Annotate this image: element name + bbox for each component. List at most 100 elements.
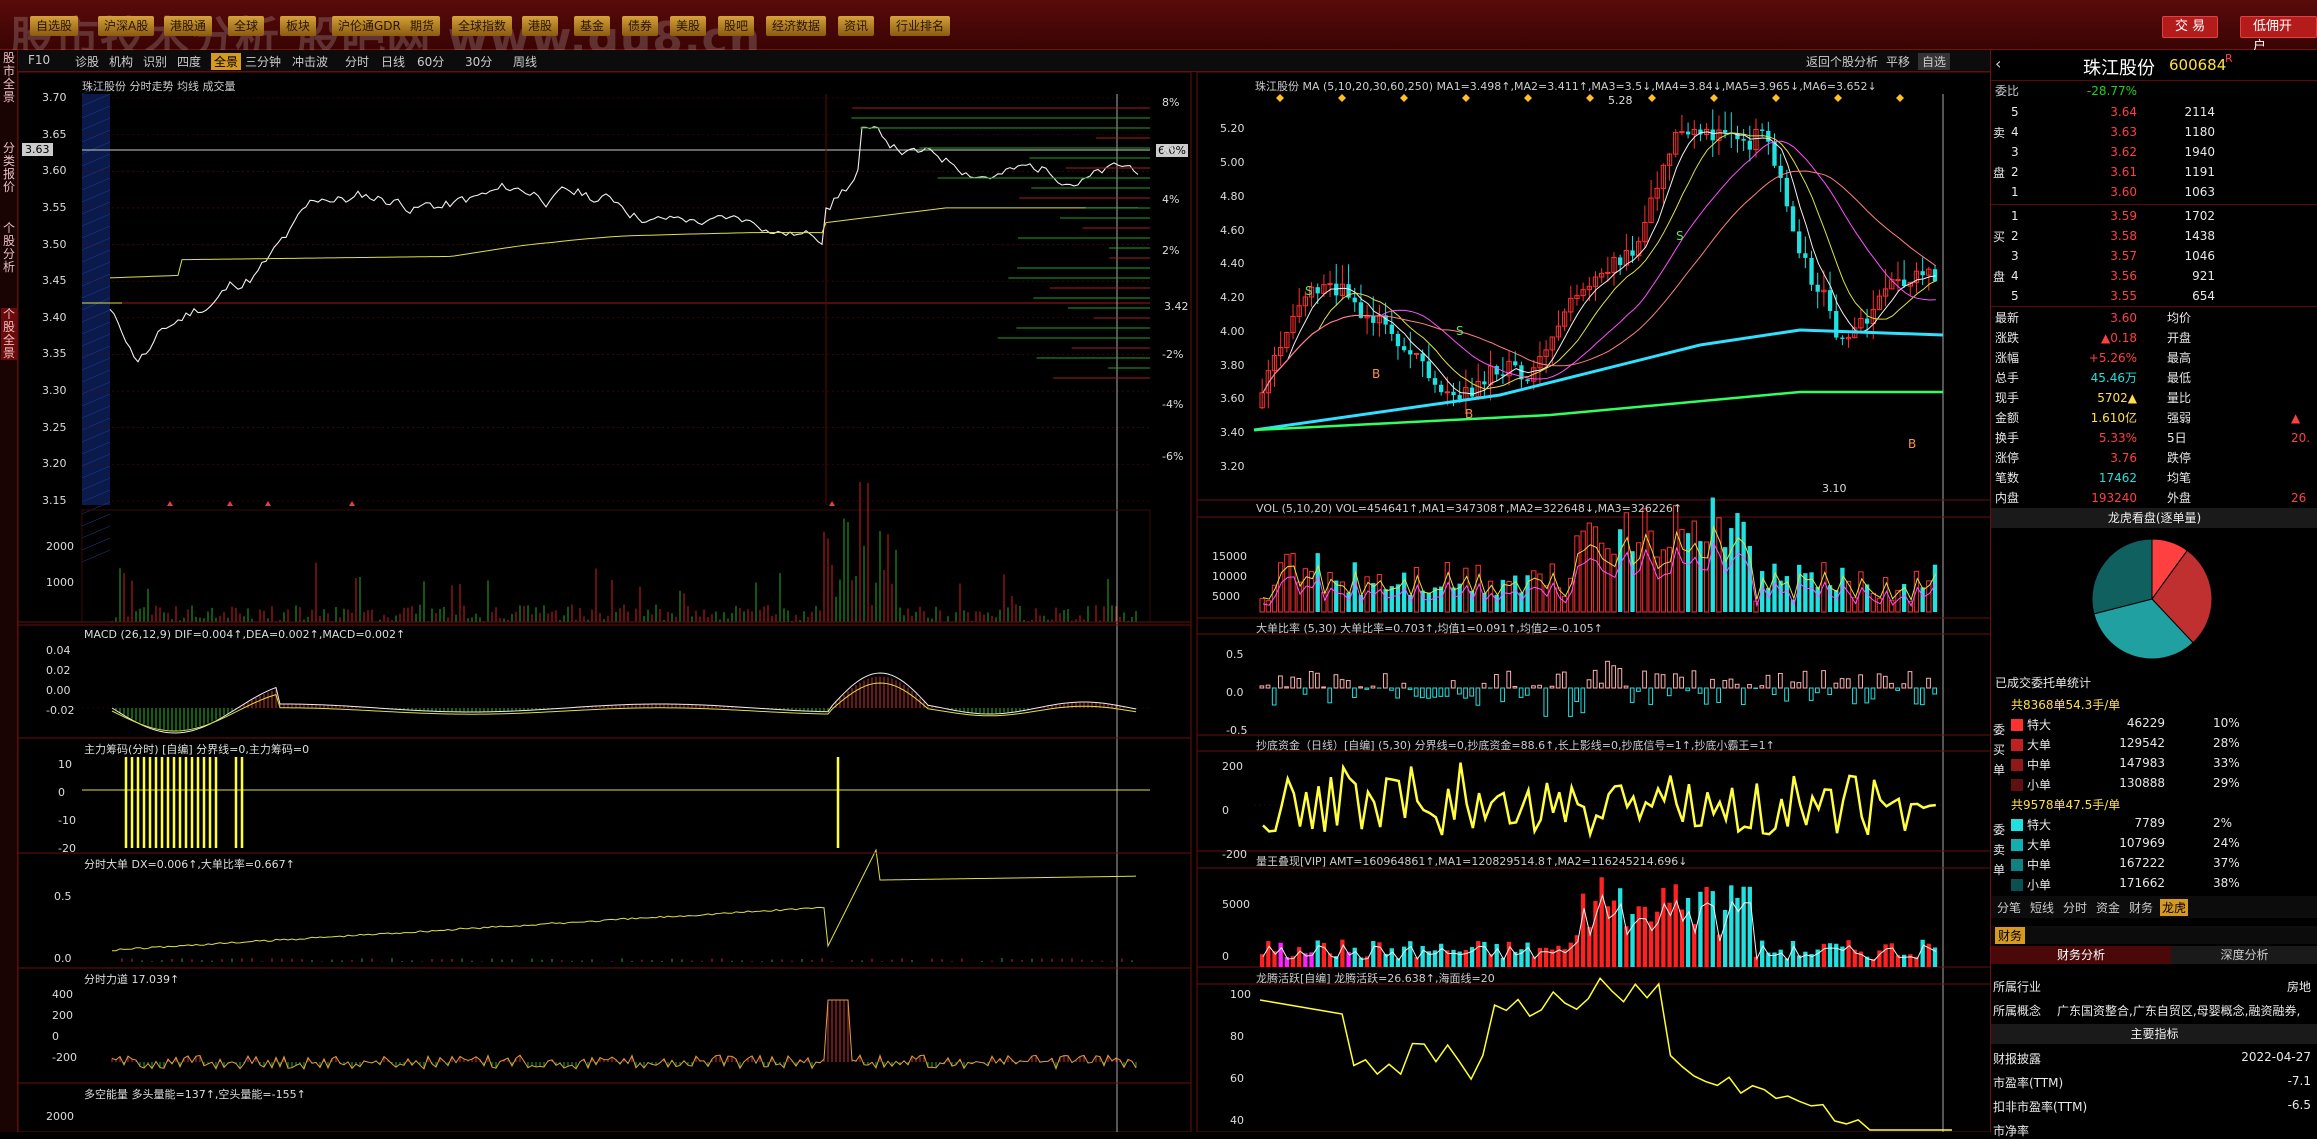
quote-tab-2[interactable]: 分时	[2061, 899, 2089, 916]
marker-tri-2	[265, 501, 271, 506]
vol-bar	[1593, 527, 1597, 612]
ddbl-bar	[1334, 675, 1338, 688]
deep-analysis-tab[interactable]: 深度分析	[2171, 946, 2317, 964]
ddbl-bar	[1297, 679, 1301, 688]
ddbl-bar	[1260, 686, 1264, 688]
vol-bar	[1495, 595, 1499, 612]
vol-tick-1: 1000	[46, 576, 74, 589]
buy-volume: 921	[2155, 266, 2215, 286]
price-tick-9: 3.25	[42, 421, 67, 434]
candle-body	[1408, 350, 1412, 354]
candle-body	[1451, 392, 1455, 395]
order-kind-buy-1: 大单	[2027, 736, 2051, 753]
industry-value: 房地	[2287, 978, 2311, 995]
candle-body	[1816, 285, 1820, 292]
order-pie-chart	[2087, 534, 2217, 664]
kline-header: 珠江股份 MA (5,10,20,30,60,250) MA1=3.498↑,M…	[1255, 78, 1877, 94]
kline-high-label: 5.28	[1608, 94, 1633, 107]
order-pct-sell-0: 2%	[2213, 816, 2232, 830]
ddbl-bar	[1809, 688, 1813, 700]
stat-key: 现手	[1995, 388, 2019, 408]
quote-tab-4[interactable]: 财务	[2127, 899, 2155, 916]
stat-row-8: 笔数17462均笔	[1991, 468, 2317, 488]
ddbl-bar	[1883, 676, 1887, 688]
ddbl-bar	[1779, 673, 1783, 688]
quote-tab-5[interactable]: 龙虎	[2160, 899, 2188, 916]
back-arrow-icon[interactable]: ‹	[1995, 54, 2001, 73]
weibi-label: 委比	[1995, 81, 2019, 101]
vol-bar	[1612, 554, 1616, 612]
order-kind-buy-2: 中单	[2027, 756, 2051, 773]
order-swatch-sell-3	[2011, 879, 2023, 891]
main-index-title: 主要指标	[1991, 1024, 2317, 1044]
quote-tab-0[interactable]: 分笔	[1995, 899, 2023, 916]
fin-key-3: 市净率	[1993, 1122, 2029, 1139]
ddbl-bar	[1797, 683, 1801, 688]
order-swatch-buy-3	[2011, 779, 2023, 791]
sell-row-1: 13.601063	[1991, 182, 2317, 202]
vol-bar	[1871, 593, 1875, 612]
quote-tab-1[interactable]: 短线	[2028, 899, 2056, 916]
fin-analysis-tab[interactable]: 财务分析	[1991, 946, 2171, 964]
lwdx-bar	[1316, 940, 1320, 967]
order-vol-buy-3: 130888	[2109, 776, 2165, 790]
pct-tick-4: -2%	[1162, 348, 1183, 361]
candle-body	[1458, 395, 1462, 399]
ddbl-bar	[1309, 672, 1313, 688]
lwdx-bar	[1279, 943, 1283, 967]
fin-val-1: -7.1	[2171, 1074, 2311, 1088]
buy-price: 3.55	[2077, 286, 2137, 306]
stat-value: ▲0.18	[2077, 328, 2137, 348]
lwdx-bar	[1760, 941, 1764, 967]
sell-row-5: 53.642114	[1991, 102, 2317, 122]
pct-tick-2: 4%	[1162, 193, 1179, 206]
ddbl-bar	[1365, 688, 1369, 689]
kline-low-label: 3.10	[1822, 482, 1847, 495]
ddbl-bar	[1723, 681, 1727, 688]
order-vol-sell-2: 167222	[2109, 856, 2165, 870]
ddbl-bar	[1649, 688, 1653, 704]
candle-body	[1785, 178, 1789, 206]
candle-body	[1390, 325, 1394, 334]
order-vol-sell-1: 107969	[2109, 836, 2165, 850]
sell-volume: 1191	[2155, 162, 2215, 182]
lthy-header: 龙腾活跃[自编] 龙腾活跃=26.638↑,海面线=20	[1256, 970, 1495, 986]
ddbl-bar	[1285, 687, 1289, 688]
lwdx-bar	[1390, 948, 1394, 967]
buy-price: 3.58	[2077, 226, 2137, 246]
buy-volume: 1702	[2155, 206, 2215, 226]
stat-value: 17462	[2077, 468, 2137, 488]
vol-bar	[1266, 601, 1270, 612]
lwdx-bar	[1791, 941, 1795, 967]
order-side-sell: 委卖单	[1993, 820, 2007, 880]
quote-tab-3[interactable]: 资金	[2094, 899, 2122, 916]
lwdx-bar	[1538, 948, 1542, 967]
vol-bar	[1507, 582, 1511, 612]
vol-bar	[1914, 571, 1918, 612]
lwdx-bar	[1464, 950, 1468, 967]
kline-price-tick-9: 3.40	[1220, 426, 1245, 439]
ddbl-bar	[1476, 688, 1480, 705]
lwdx-bar	[1890, 943, 1894, 967]
pct-tick-3: 2%	[1162, 244, 1179, 257]
candle-body	[1803, 253, 1807, 258]
lwdx-bar	[1476, 941, 1480, 967]
lwdx-tick-1: 0	[1222, 950, 1229, 963]
ddbl-bar	[1840, 679, 1844, 688]
ddbl-tick-1: 0.0	[1226, 686, 1244, 699]
candle-body	[1686, 132, 1690, 135]
ddbl-bar	[1402, 683, 1406, 688]
order-pct-sell-1: 24%	[2213, 836, 2240, 850]
ddbl-bar	[1674, 674, 1678, 688]
lwdx-bar	[1600, 877, 1604, 967]
ddbl-bar	[1408, 688, 1412, 689]
ddbl-bar	[1760, 686, 1764, 688]
candle-body	[1840, 338, 1844, 339]
fsld-tick-3: -200	[52, 1051, 77, 1064]
vol-bar	[1624, 513, 1628, 612]
vol-bar	[1377, 575, 1381, 612]
stat-key: 总手	[1995, 368, 2019, 388]
candle-body	[1618, 257, 1622, 265]
candle-body	[1865, 319, 1869, 324]
fin-tab[interactable]: 财务	[1995, 927, 2025, 944]
